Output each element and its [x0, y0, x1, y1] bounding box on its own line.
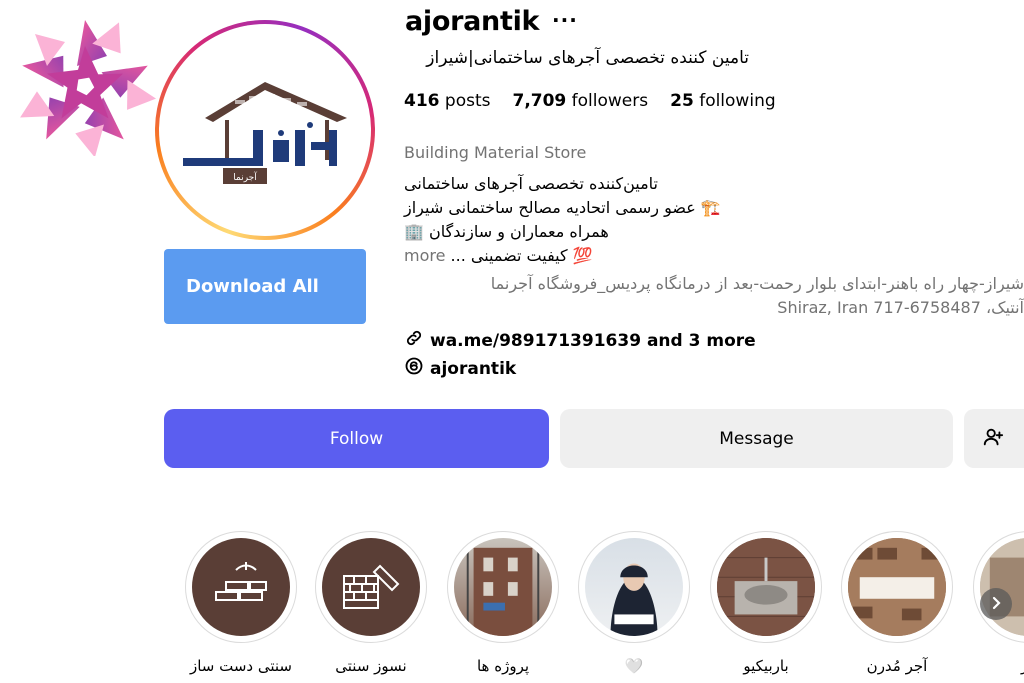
- chevron-right-icon: [989, 595, 1003, 614]
- download-all-button[interactable]: Download All: [164, 249, 366, 324]
- brand-logo: [12, 16, 158, 158]
- story-highlights: سنتی دست ساز نسوز سنتی پروژه ها 🤍 باربیک…: [183, 531, 1024, 683]
- bricks-photo: [848, 538, 946, 636]
- person-photo: [585, 538, 683, 636]
- highlight-label: باربیکیو: [743, 657, 789, 675]
- avatar-subtext: آجرنما: [233, 171, 257, 183]
- threads-link[interactable]: ajorantik: [404, 356, 516, 381]
- posts-count: 416: [404, 91, 440, 111]
- profile-bio: تامین‌کننده تخصصی آجرهای ساختمانی 🏗️ عضو…: [404, 172, 721, 268]
- bio-more-link[interactable]: more: [404, 246, 445, 265]
- highlights-next-button[interactable]: [980, 588, 1012, 620]
- brick-wall-trowel-icon: [322, 538, 420, 636]
- highlight-label: نسوز سنتی: [335, 657, 407, 675]
- link-icon: [404, 328, 424, 353]
- highlight-label: سنتی دست ساز: [189, 657, 293, 675]
- highlight-label: آجر مُدرن: [866, 657, 928, 675]
- bio-line: 💯 کیفیت تضمینی ...: [450, 246, 593, 265]
- bio-line: 🏗️ عضو رسمی اتحادیه مصالح ساختمانی شیراز: [404, 198, 721, 217]
- partial-photo: [980, 538, 1024, 636]
- address-line: آنتیک، Shiraz, Iran 717-6758487: [777, 298, 1024, 317]
- follow-button[interactable]: Follow: [164, 409, 549, 468]
- profile-avatar[interactable]: آجرنما: [155, 20, 375, 240]
- building-photo: [454, 538, 552, 636]
- more-options-icon[interactable]: ···: [552, 8, 578, 32]
- link-text: wa.me/989171391639 and 3 more: [430, 330, 756, 351]
- message-button[interactable]: Message: [560, 409, 953, 468]
- posts-stat[interactable]: 416 posts: [404, 91, 490, 111]
- highlight-item[interactable]: پروژه ها: [445, 531, 561, 675]
- followers-stat[interactable]: 7,709 followers: [512, 91, 648, 111]
- bio-line: تامین‌کننده تخصصی آجرهای ساختمانی: [404, 174, 658, 193]
- threads-icon: [404, 356, 424, 381]
- bio-line: همراه معماران و سازندگان 🏢: [404, 222, 609, 241]
- stacked-bricks-icon: [192, 538, 290, 636]
- followers-label: followers: [571, 91, 649, 111]
- highlight-item[interactable]: نسوز سنتی: [313, 531, 429, 675]
- add-user-icon: [982, 426, 1004, 452]
- profile-full-name: تامین کننده تخصصی آجرهای ساختمانی|شیراز: [426, 48, 749, 68]
- following-count: 25: [670, 91, 694, 111]
- profile-external-link[interactable]: wa.me/989171391639 and 3 more: [404, 328, 756, 353]
- highlight-item[interactable]: آجر مُدرن: [839, 531, 955, 675]
- highlight-label: 🤍: [624, 657, 644, 675]
- following-stat[interactable]: 25 following: [670, 91, 776, 111]
- following-label: following: [699, 91, 776, 111]
- sink-photo: [717, 538, 815, 636]
- profile-stats: 416 posts 7,709 followers 25 following: [404, 91, 776, 111]
- profile-username: ajorantik: [405, 6, 540, 37]
- highlight-item[interactable]: سنتی دست ساز: [183, 531, 299, 675]
- highlight-item[interactable]: 🤍: [576, 531, 692, 675]
- threads-username: ajorantik: [430, 358, 517, 379]
- posts-label: posts: [444, 91, 491, 111]
- profile-address: شیراز-چهار راه باهنر-ابتدای بلوار رحمت-ب…: [404, 272, 1024, 320]
- highlight-label: پروژه ها: [476, 657, 530, 675]
- followers-count: 7,709: [512, 91, 567, 111]
- highlight-label: بار: [971, 657, 1024, 675]
- highlight-item[interactable]: باربیکیو: [708, 531, 824, 675]
- suggest-user-button[interactable]: [964, 409, 1024, 468]
- address-line: شیراز-چهار راه باهنر-ابتدای بلوار رحمت-ب…: [490, 274, 1024, 293]
- profile-category: Building Material Store: [404, 143, 587, 162]
